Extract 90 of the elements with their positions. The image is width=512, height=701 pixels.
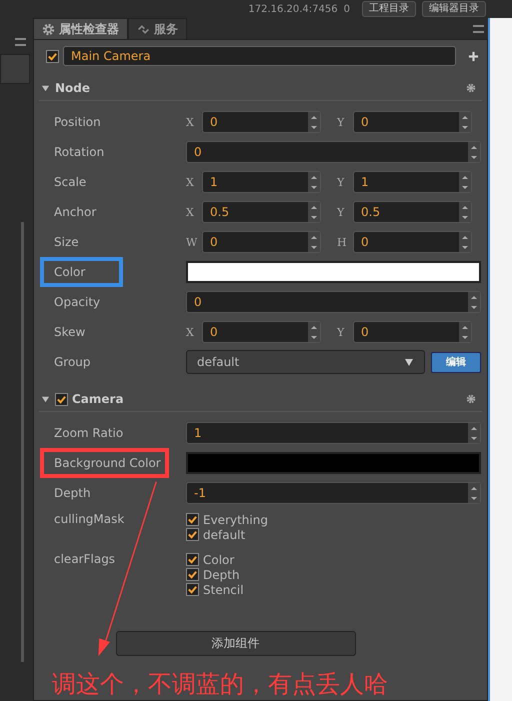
- property-label: Scale: [54, 175, 86, 189]
- menu-icon[interactable]: [14, 38, 26, 46]
- section-title: Camera: [72, 392, 124, 406]
- connection-count: 0: [344, 4, 350, 14]
- axis-label: W: [186, 236, 196, 248]
- property-label: Zoom Ratio: [54, 426, 124, 440]
- color-swatch[interactable]: [186, 452, 481, 474]
- option-label: Everything: [203, 512, 268, 526]
- expand-arrow-icon[interactable]: [41, 84, 51, 92]
- option-label: Stencil: [203, 582, 244, 596]
- axis-label: Y: [337, 206, 346, 218]
- color-swatch[interactable]: [186, 261, 481, 283]
- folder-button[interactable]: 工程目录: [362, 1, 416, 17]
- spinner-icon[interactable]: [308, 112, 320, 132]
- group-dropdown[interactable]: default: [186, 350, 425, 374]
- section-title: Node: [55, 81, 90, 95]
- axis-label: Y: [337, 176, 346, 188]
- property-label: Depth: [54, 486, 91, 500]
- add-icon[interactable]: [468, 50, 479, 62]
- number-field[interactable]: 0: [202, 321, 321, 343]
- property-label: Anchor: [54, 205, 96, 219]
- option-label: Depth: [203, 568, 240, 582]
- axis-label: Y: [337, 116, 346, 128]
- number-field[interactable]: 1: [202, 171, 321, 193]
- server-address: 172.16.20.4:7456: [248, 4, 338, 14]
- spinner-icon[interactable]: [308, 232, 320, 252]
- gear-icon: [42, 22, 55, 36]
- active-checkbox[interactable]: [46, 50, 59, 62]
- property-label: Position: [54, 115, 101, 129]
- property-label: clearFlags: [54, 552, 116, 566]
- spinner-icon[interactable]: [468, 483, 480, 503]
- number-field[interactable]: 1: [353, 171, 472, 193]
- spinner-icon[interactable]: [459, 202, 471, 222]
- property-label: cullingMask: [54, 512, 124, 526]
- menu-icon[interactable]: [473, 24, 484, 32]
- settings-icon[interactable]: [466, 83, 476, 93]
- dropdown-arrow-icon: [404, 357, 414, 367]
- number-field[interactable]: 0.5: [202, 201, 321, 223]
- option-label: Color: [203, 552, 234, 566]
- property-label: Group: [54, 355, 91, 369]
- add-component-button[interactable]: 添加组件: [116, 631, 356, 656]
- property-label: Skew: [54, 325, 86, 339]
- number-field[interactable]: 0: [202, 111, 321, 133]
- option-label: default: [203, 528, 246, 542]
- spinner-icon[interactable]: [308, 202, 320, 222]
- settings-icon[interactable]: [466, 394, 476, 404]
- panel-tab[interactable]: 服务: [128, 18, 187, 39]
- option-checkbox[interactable]: [186, 583, 199, 596]
- annotation-text: 调这个，不调蓝的，有点丢人哈: [51, 669, 389, 700]
- panel-tab[interactable]: 属性检查器: [33, 18, 128, 39]
- node-name-field[interactable]: Main Camera: [63, 46, 456, 66]
- option-checkbox[interactable]: [186, 528, 199, 541]
- number-field[interactable]: 1: [186, 422, 481, 444]
- option-checkbox[interactable]: [186, 568, 199, 581]
- spinner-icon[interactable]: [308, 172, 320, 192]
- spinner-icon[interactable]: [468, 423, 480, 443]
- axis-label: X: [186, 116, 195, 128]
- spinner-icon[interactable]: [459, 232, 471, 252]
- property-label: Size: [54, 235, 79, 249]
- property-label: Color: [54, 265, 86, 279]
- axis-label: X: [186, 206, 195, 218]
- folder-button[interactable]: 编辑器目录: [422, 1, 486, 17]
- expand-arrow-icon[interactable]: [41, 394, 51, 404]
- option-checkbox[interactable]: [186, 553, 199, 566]
- component-checkbox[interactable]: [55, 392, 68, 406]
- property-label: Opacity: [54, 295, 100, 309]
- option-checkbox[interactable]: [186, 513, 199, 526]
- spinner-icon[interactable]: [308, 322, 320, 342]
- number-field[interactable]: 0: [353, 111, 472, 133]
- number-field[interactable]: 0: [186, 291, 481, 313]
- scroll-bar[interactable]: [20, 222, 24, 662]
- spinner-icon[interactable]: [459, 322, 471, 342]
- link-icon: [137, 22, 150, 36]
- spinner-icon[interactable]: [459, 112, 471, 132]
- axis-label: H: [337, 236, 347, 248]
- property-label: Background Color: [54, 456, 161, 470]
- number-field[interactable]: 0.5: [353, 201, 472, 223]
- number-field[interactable]: -1: [186, 482, 481, 504]
- number-field[interactable]: 0: [353, 231, 472, 253]
- number-field[interactable]: 0: [186, 141, 481, 163]
- axis-label: X: [186, 326, 195, 338]
- number-field[interactable]: 0: [202, 231, 321, 253]
- spinner-icon[interactable]: [459, 172, 471, 192]
- axis-label: Y: [337, 326, 346, 338]
- axis-label: X: [186, 176, 195, 188]
- spinner-icon[interactable]: [468, 292, 480, 312]
- edit-button[interactable]: 编辑: [431, 352, 481, 372]
- spinner-icon[interactable]: [468, 142, 480, 162]
- number-field[interactable]: 0: [353, 321, 472, 343]
- property-label: Rotation: [54, 145, 104, 159]
